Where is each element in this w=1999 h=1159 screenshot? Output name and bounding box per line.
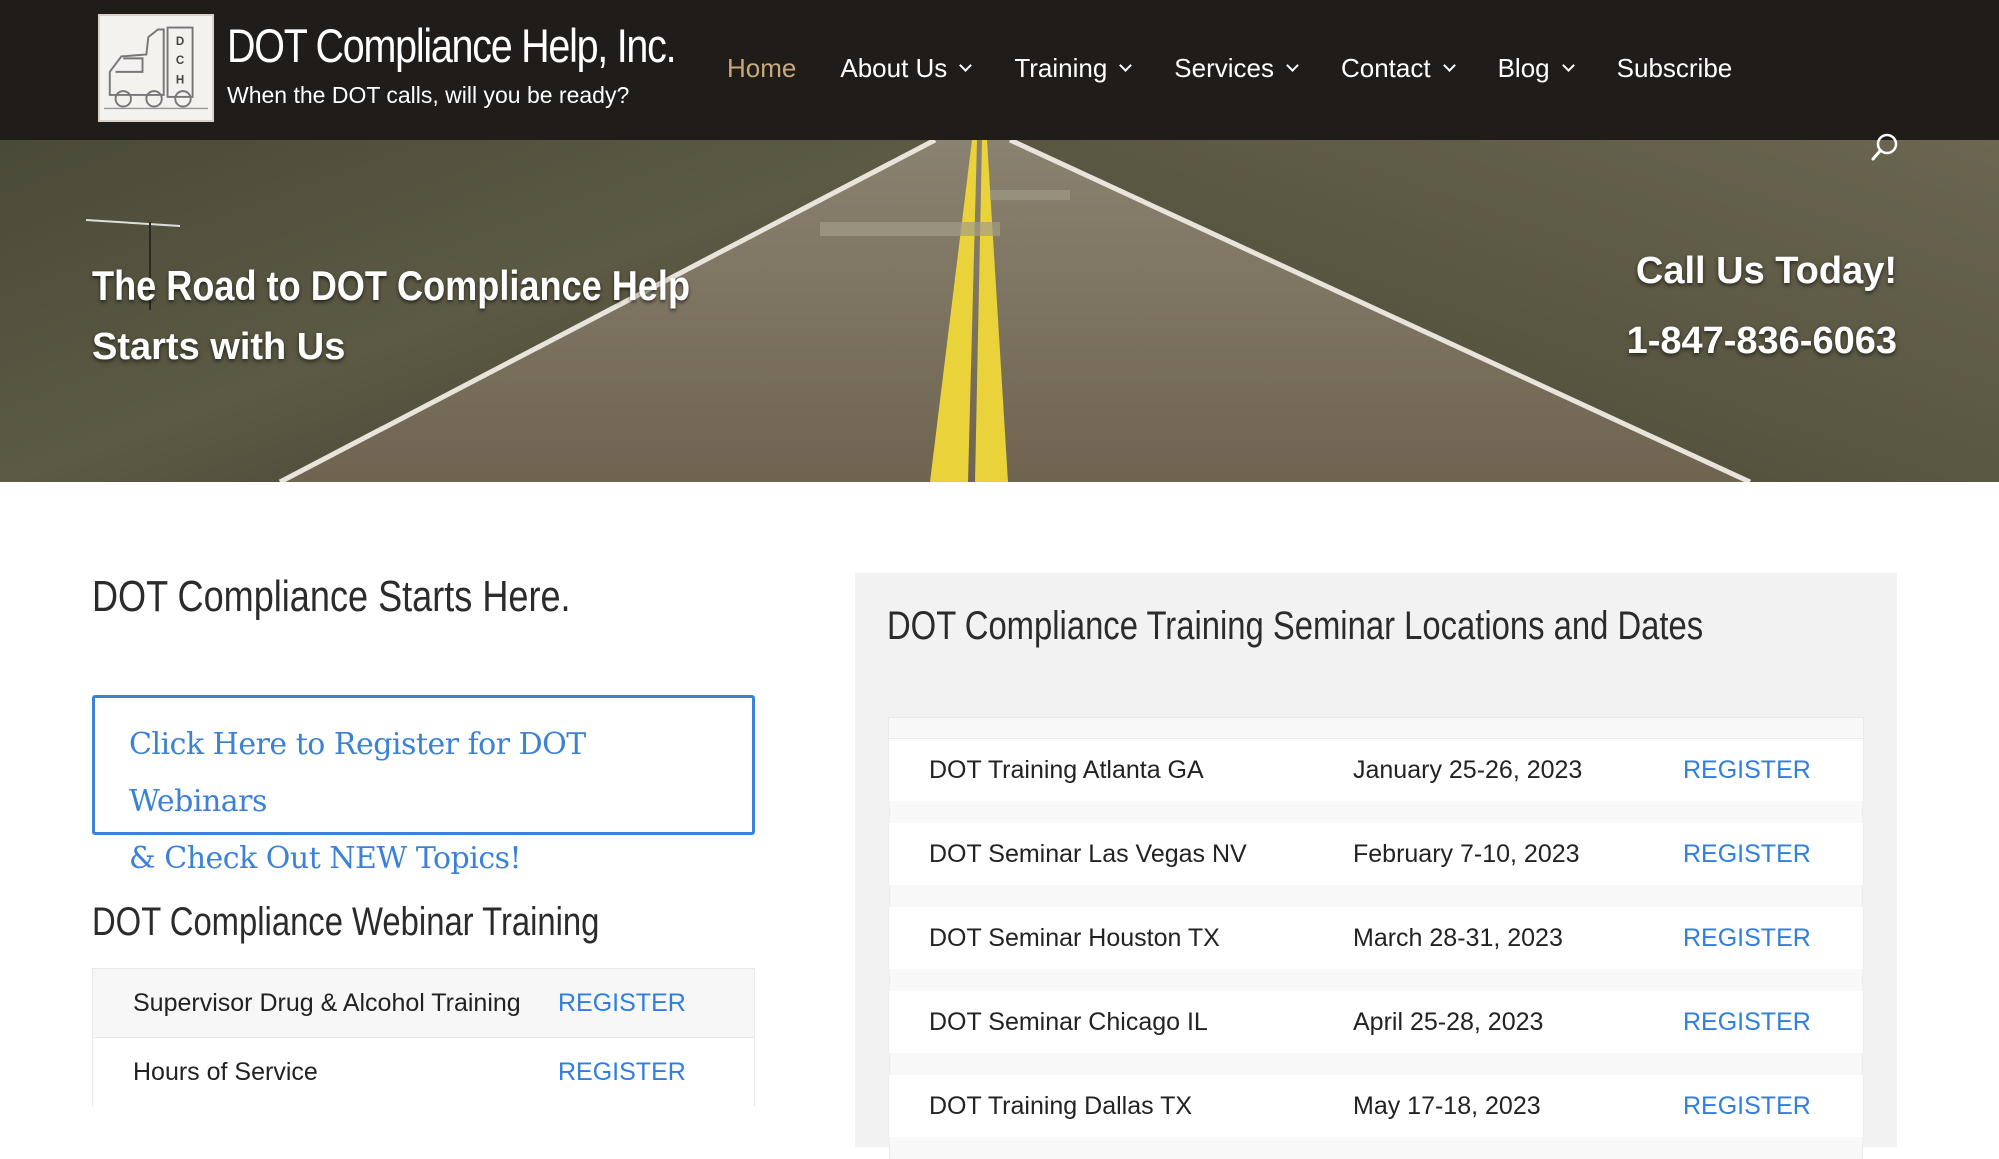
nav-label: Subscribe [1616, 52, 1733, 83]
table-row: Supervisor Drug & Alcohol Training REGIS… [92, 968, 755, 1037]
table-row: Hours of Service REGISTER [92, 1037, 755, 1106]
table-row: DOT Training Dallas TX May 17-18, 2023 R… [888, 1075, 1864, 1159]
register-link[interactable]: REGISTER [1683, 756, 1811, 785]
nav-label: About Us [840, 52, 948, 83]
table-row: DOT Training Atlanta GA January 25-26, 2… [888, 739, 1864, 823]
road-background-image [0, 140, 1999, 482]
register-link[interactable]: REGISTER [1683, 1092, 1811, 1121]
chevron-down-icon [1119, 58, 1133, 72]
register-link[interactable]: REGISTER [558, 983, 686, 1023]
seminar-location: DOT Seminar Las Vegas NV [929, 839, 1247, 868]
logo[interactable]: D C H [98, 14, 214, 122]
table-row: DOT Seminar Chicago IL April 25-28, 2023… [888, 991, 1864, 1075]
webinar-name: Supervisor Drug & Alcohol Training [133, 989, 521, 1017]
table-row: DOT Seminar Las Vegas NV February 7-10, … [888, 823, 1864, 907]
hero-banner: The Road to DOT Compliance Help Starts w… [0, 140, 1999, 482]
nav-label: Home [727, 52, 797, 83]
chevron-down-icon [1561, 58, 1575, 72]
register-link[interactable]: REGISTER [558, 1052, 686, 1092]
chevron-down-icon [959, 58, 973, 72]
svg-text:C: C [176, 55, 185, 67]
webinar-name: Hours of Service [133, 1058, 318, 1086]
nav-home[interactable]: Home [727, 53, 796, 84]
section-heading-starts-here: DOT Compliance Starts Here. [92, 572, 571, 621]
brand-tagline: When the DOT calls, will you be ready? [227, 82, 630, 108]
seminar-dates: April 25-28, 2023 [1353, 1007, 1544, 1036]
call-us-title: Call Us Today! [1635, 250, 1897, 292]
nav-about-us[interactable]: About Us [840, 52, 973, 84]
hero-title: The Road to DOT Compliance Help [92, 262, 691, 309]
svg-text:H: H [176, 74, 184, 86]
nav-label: Contact [1340, 52, 1431, 83]
webinar-table: Supervisor Drug & Alcohol Training REGIS… [92, 968, 755, 1106]
nav-label: Training [1014, 52, 1108, 83]
seminar-location: DOT Seminar Houston TX [929, 923, 1220, 952]
table-row: DOT Seminar Houston TX March 28-31, 2023… [888, 907, 1864, 991]
seminar-dates: January 25-26, 2023 [1353, 755, 1583, 784]
search-icon[interactable] [1870, 132, 1900, 162]
hero-subtitle: Starts with Us [92, 326, 346, 368]
site-header: D C H DOT Compliance Help, Inc. When the… [0, 0, 1999, 140]
seminar-location: DOT Training Atlanta GA [929, 755, 1204, 784]
chevron-down-icon [1286, 58, 1299, 72]
phone-number[interactable]: 1-847-836-6063 [1627, 320, 1897, 363]
nav-training[interactable]: Training [1014, 52, 1133, 84]
nav-label: Blog [1497, 52, 1550, 83]
brand-name[interactable]: DOT Compliance Help, Inc. [227, 18, 677, 73]
seminar-dates: May 17-18, 2023 [1353, 1091, 1541, 1120]
promo-line-1: Click Here to Register for DOT Webinars [129, 727, 586, 819]
seminar-table: DOT Training Atlanta GA January 25-26, 2… [888, 717, 1864, 1159]
seminar-location: DOT Seminar Chicago IL [929, 1007, 1208, 1036]
register-link[interactable]: REGISTER [1683, 1008, 1811, 1037]
register-link[interactable]: REGISTER [1683, 840, 1811, 869]
table-header-bar [888, 717, 1864, 739]
nav-label: Services [1174, 52, 1274, 83]
truck-logo-icon: D C H [100, 16, 212, 120]
section-heading-webinar-training: DOT Compliance Webinar Training [92, 900, 600, 944]
main-nav: Home About Us Training Services Contact … [727, 48, 1776, 88]
nav-subscribe[interactable]: Subscribe [1617, 53, 1733, 84]
chevron-down-icon [1442, 58, 1456, 72]
nav-blog[interactable]: Blog [1497, 52, 1575, 84]
seminar-dates: February 7-10, 2023 [1353, 839, 1580, 868]
seminar-location: DOT Training Dallas TX [929, 1091, 1193, 1120]
section-heading-seminar-locations: DOT Compliance Training Seminar Location… [887, 604, 1704, 648]
nav-contact[interactable]: Contact [1340, 52, 1456, 84]
nav-services[interactable]: Services [1174, 52, 1299, 84]
seminar-dates: March 28-31, 2023 [1353, 923, 1563, 952]
promo-line-2: & Check Out NEW Topics! [129, 841, 522, 876]
register-link[interactable]: REGISTER [1683, 924, 1811, 953]
register-webinars-link[interactable]: Click Here to Register for DOT Webinars … [92, 695, 755, 876]
svg-text:D: D [176, 36, 184, 48]
